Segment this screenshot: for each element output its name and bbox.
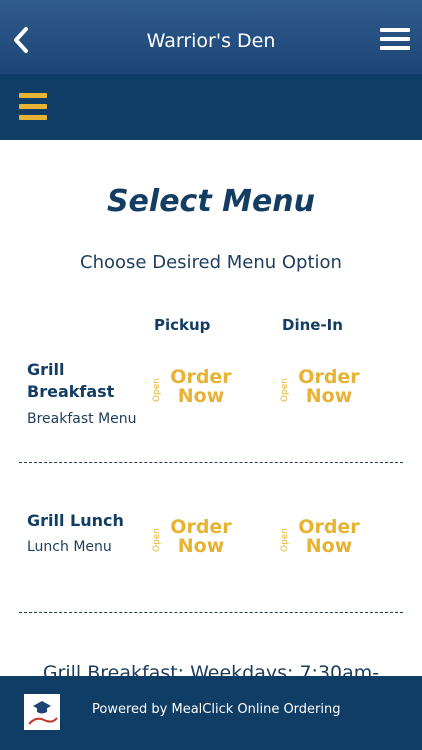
- menu-row-description: Lunch Menu: [27, 539, 112, 555]
- column-header-pickup: Pickup: [154, 316, 211, 334]
- main-menu-button[interactable]: [380, 28, 410, 52]
- hamburger-menu-icon: [19, 93, 47, 98]
- mealclick-logo-icon: [24, 694, 60, 730]
- open-status-badge: Open: [152, 377, 162, 403]
- footer-bar: Powered by MealClick Online Ordering: [0, 676, 422, 750]
- mealclick-logo[interactable]: [24, 694, 60, 730]
- main-content: Select Menu Choose Desired Menu Option P…: [0, 140, 422, 676]
- page-title: Select Menu: [106, 184, 316, 219]
- menu-row-title: Grill Breakfast: [27, 360, 115, 401]
- service-hours-text: Grill Breakfast: Weekdays: 7:30am-: [42, 662, 380, 676]
- column-header-dine-in: Dine-In: [282, 316, 343, 334]
- order-now-dine-in-breakfast[interactable]: Open Order Now: [280, 368, 375, 412]
- order-now-pickup-lunch[interactable]: Open Order Now: [152, 518, 247, 562]
- menu-row-description: Breakfast Menu: [27, 411, 137, 427]
- page-subtitle: Choose Desired Menu Option: [80, 252, 342, 273]
- powered-by-text: Powered by MealClick Online Ordering: [92, 702, 341, 717]
- order-now-label: Order Now: [298, 366, 360, 407]
- row-divider: [19, 462, 403, 463]
- order-now-label: Order Now: [170, 516, 232, 557]
- chevron-left-icon: [14, 27, 28, 53]
- open-status-badge: Open: [280, 527, 290, 553]
- top-nav-bar: Warrior's Den: [0, 0, 422, 74]
- hamburger-menu-icon: [380, 28, 410, 32]
- order-now-label: Order Now: [298, 516, 360, 557]
- secondary-menu-button[interactable]: [19, 93, 47, 121]
- secondary-nav-bar: [0, 74, 422, 140]
- menu-row-title: Grill Lunch: [27, 511, 124, 530]
- open-status-badge: Open: [152, 527, 162, 553]
- order-now-pickup-breakfast[interactable]: Open Order Now: [152, 368, 247, 412]
- order-now-dine-in-lunch[interactable]: Open Order Now: [280, 518, 375, 562]
- row-divider: [19, 612, 403, 613]
- app-title: Warrior's Den: [146, 30, 276, 52]
- open-status-badge: Open: [280, 377, 290, 403]
- order-now-label: Order Now: [170, 366, 232, 407]
- back-button[interactable]: [8, 24, 34, 56]
